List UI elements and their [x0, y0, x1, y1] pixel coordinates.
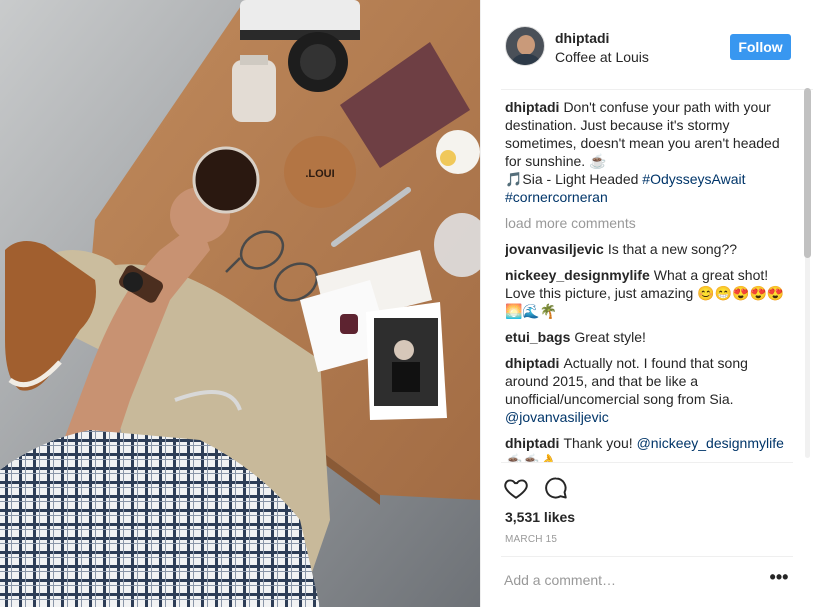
comment-suffix: ☕☕👌: [505, 453, 558, 462]
coffee-glass: [192, 146, 260, 214]
photo-illustration: .LOUI: [0, 0, 480, 607]
post-actions: 3,531 likes MARCH 15: [501, 462, 793, 562]
coaster-label: .LOUI: [305, 168, 334, 180]
comment-item: etui_bags Great style!: [505, 328, 795, 346]
speech-bubble-icon[interactable]: [543, 475, 569, 501]
load-more-comments[interactable]: load more comments: [505, 214, 795, 232]
comment-item: dhiptadi Thank you! @nickeey_designmylife…: [505, 434, 795, 462]
comment-username[interactable]: nickeey_designmylife: [505, 267, 650, 283]
add-comment-bar: •••: [501, 556, 793, 607]
comment-item: jovanvasiljevic Is that a new song??: [505, 240, 795, 258]
caption: dhiptadi Don't confuse your path with you…: [505, 98, 795, 206]
heart-icon[interactable]: [503, 475, 529, 501]
post-photo[interactable]: .LOUI: [0, 0, 480, 607]
caption-username[interactable]: dhiptadi: [505, 99, 559, 115]
hashtag-cornercorneran[interactable]: #cornercorneran: [505, 189, 608, 205]
header-username[interactable]: dhiptadi: [555, 30, 609, 46]
comments-scrollbar[interactable]: [803, 88, 811, 458]
scrollbar-thumb[interactable]: [804, 88, 811, 258]
post-date[interactable]: MARCH 15: [505, 534, 557, 545]
comment-input[interactable]: [504, 569, 744, 591]
avatar[interactable]: [505, 26, 545, 66]
comment-item: nickeey_designmylife What a great shot! L…: [505, 266, 795, 320]
comment-mention[interactable]: @nickeey_designmylife: [637, 435, 784, 451]
comment-username[interactable]: dhiptadi: [505, 435, 559, 451]
comment-text: Thank you!: [563, 435, 637, 451]
hashtag-odysseysawait[interactable]: #OdysseysAwait: [642, 171, 745, 187]
comment-text: Is that a new song??: [607, 241, 738, 257]
more-dots-icon[interactable]: •••: [767, 568, 791, 589]
comment-text: Great style!: [574, 329, 646, 345]
follow-button[interactable]: Follow: [730, 34, 791, 60]
comment-username[interactable]: etui_bags: [505, 329, 570, 345]
comment-username[interactable]: jovanvasiljevic: [505, 241, 604, 257]
comment-mention[interactable]: @jovanvasiljevic: [505, 409, 609, 425]
comments-list[interactable]: dhiptadi Don't confuse your path with you…: [505, 98, 795, 462]
likes-count[interactable]: 3,531 likes: [505, 509, 575, 525]
post-side-panel: dhiptadi Coffee at Louis Follow dhiptadi…: [480, 0, 817, 607]
header-location[interactable]: Coffee at Louis: [555, 49, 649, 65]
comment-username[interactable]: dhiptadi: [505, 355, 559, 371]
caption-music-line: 🎵Sia - Light Headed: [505, 171, 643, 187]
comment-item: dhiptadi Actually not. I found that song …: [505, 354, 795, 426]
post-header: dhiptadi Coffee at Louis Follow: [501, 0, 813, 90]
